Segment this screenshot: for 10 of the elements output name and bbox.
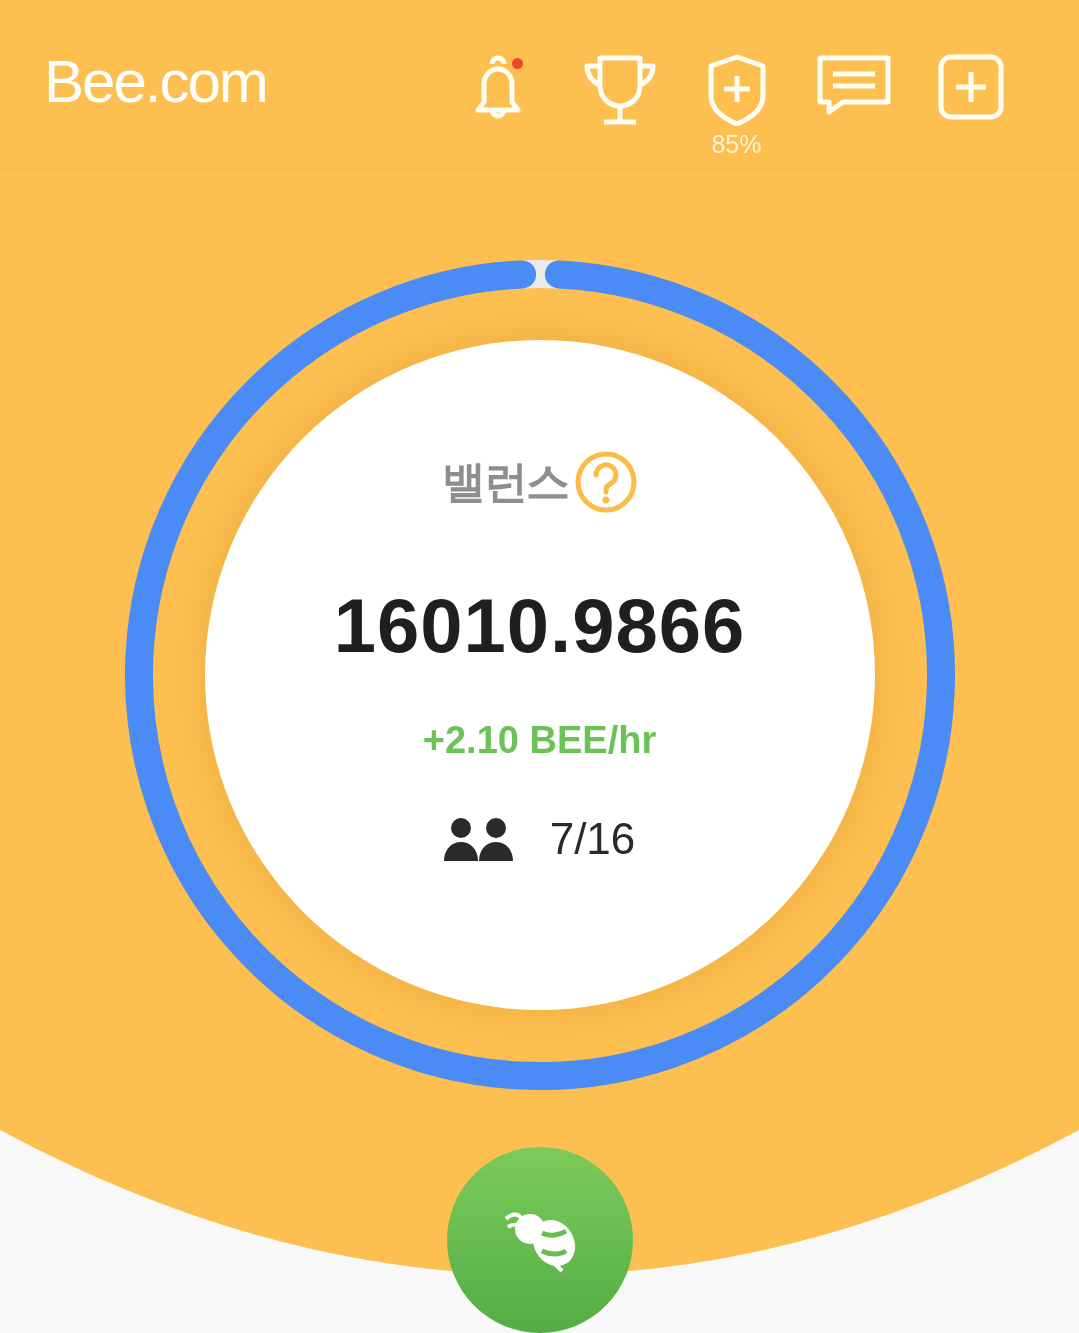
- logo: Bee.com: [44, 52, 268, 112]
- chat-icon[interactable]: [816, 54, 891, 116]
- team-count: 7/16: [549, 814, 636, 864]
- add-icon[interactable]: [937, 54, 1004, 120]
- mining-rate: +2.10 BEE/hr: [422, 719, 657, 762]
- people-icon: [443, 817, 514, 861]
- balance-label: 밸런스: [441, 454, 568, 509]
- balance-value: 16010.9866: [333, 582, 746, 669]
- help-icon[interactable]: [573, 450, 638, 514]
- shield-percentage: 85%: [711, 130, 762, 159]
